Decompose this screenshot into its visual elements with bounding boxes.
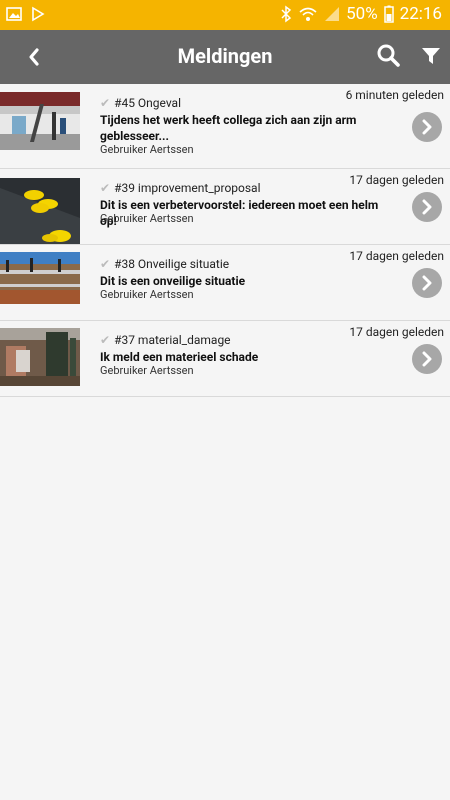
search-button[interactable] xyxy=(376,43,402,69)
check-icon: ✔ xyxy=(100,257,111,271)
status-bar: 50% 22:16 xyxy=(0,0,450,30)
play-store-icon xyxy=(32,6,45,22)
signal-icon xyxy=(325,7,340,21)
notification-number: #38 Onveilige situatie xyxy=(114,257,230,271)
notification-meta: ✔ #45 Ongeval xyxy=(100,96,181,110)
chevron-right-icon xyxy=(422,275,432,291)
search-icon xyxy=(377,44,400,67)
open-detail-button[interactable] xyxy=(412,112,442,142)
notification-description: Ik meld een materieel schade xyxy=(100,350,259,364)
notification-meta: ✔ #38 Onveilige situatie xyxy=(100,257,229,271)
notification-number: #39 improvement_proposal xyxy=(114,181,261,195)
notification-time: 6 minuten geleden xyxy=(345,88,444,102)
notification-number: #37 material_damage xyxy=(114,333,231,347)
check-icon: ✔ xyxy=(100,333,111,347)
notification-item[interactable]: ✔ #38 Onveilige situatie 17 dagen gelede… xyxy=(0,245,450,321)
notification-description: Dit is een onveilige situatie xyxy=(100,274,246,288)
wifi-icon xyxy=(299,7,317,21)
notification-meta: ✔ #37 material_damage xyxy=(100,333,231,347)
gallery-icon xyxy=(6,7,22,21)
notification-time: 17 dagen geleden xyxy=(349,325,444,339)
notification-number: #45 Ongeval xyxy=(114,96,181,110)
notification-time: 17 dagen geleden xyxy=(349,249,444,263)
notification-item[interactable]: ✔ #45 Ongeval 6 minuten geleden Tijdens … xyxy=(0,84,450,169)
open-detail-button[interactable] xyxy=(412,344,442,374)
clock: 22:16 xyxy=(399,4,442,24)
notification-list: ✔ #45 Ongeval 6 minuten geleden Tijdens … xyxy=(0,84,450,397)
notification-thumbnail xyxy=(0,92,80,150)
open-detail-button[interactable] xyxy=(412,268,442,298)
notification-thumbnail xyxy=(0,178,80,244)
bluetooth-icon xyxy=(281,5,292,23)
notification-time: 17 dagen geleden xyxy=(349,173,444,187)
notification-item[interactable]: ✔ #37 material_damage 17 dagen geleden I… xyxy=(0,321,450,397)
open-detail-button[interactable] xyxy=(412,192,442,222)
notification-user: Gebruiker Aertssen xyxy=(100,364,194,377)
notification-user: Gebruiker Aertssen xyxy=(100,212,194,225)
battery-percent: 50% xyxy=(346,4,378,24)
notification-user: Gebruiker Aertssen xyxy=(100,288,194,301)
filter-button[interactable] xyxy=(420,45,442,67)
chevron-right-icon xyxy=(422,351,432,367)
chevron-right-icon xyxy=(422,199,432,215)
notification-thumbnail xyxy=(0,328,80,386)
notification-thumbnail xyxy=(0,252,80,304)
notification-user: Gebruiker Aertssen xyxy=(100,143,194,156)
notification-item[interactable]: ✔ #39 improvement_proposal 17 dagen gele… xyxy=(0,169,450,245)
check-icon: ✔ xyxy=(100,96,111,110)
chevron-right-icon xyxy=(422,119,432,135)
battery-icon xyxy=(383,5,394,23)
check-icon: ✔ xyxy=(100,181,111,195)
notification-meta: ✔ #39 improvement_proposal xyxy=(100,181,261,195)
filter-icon xyxy=(422,48,440,64)
notification-description: Tijdens het werk heeft collega zich aan … xyxy=(100,113,357,143)
app-bar: Meldingen xyxy=(0,30,450,84)
